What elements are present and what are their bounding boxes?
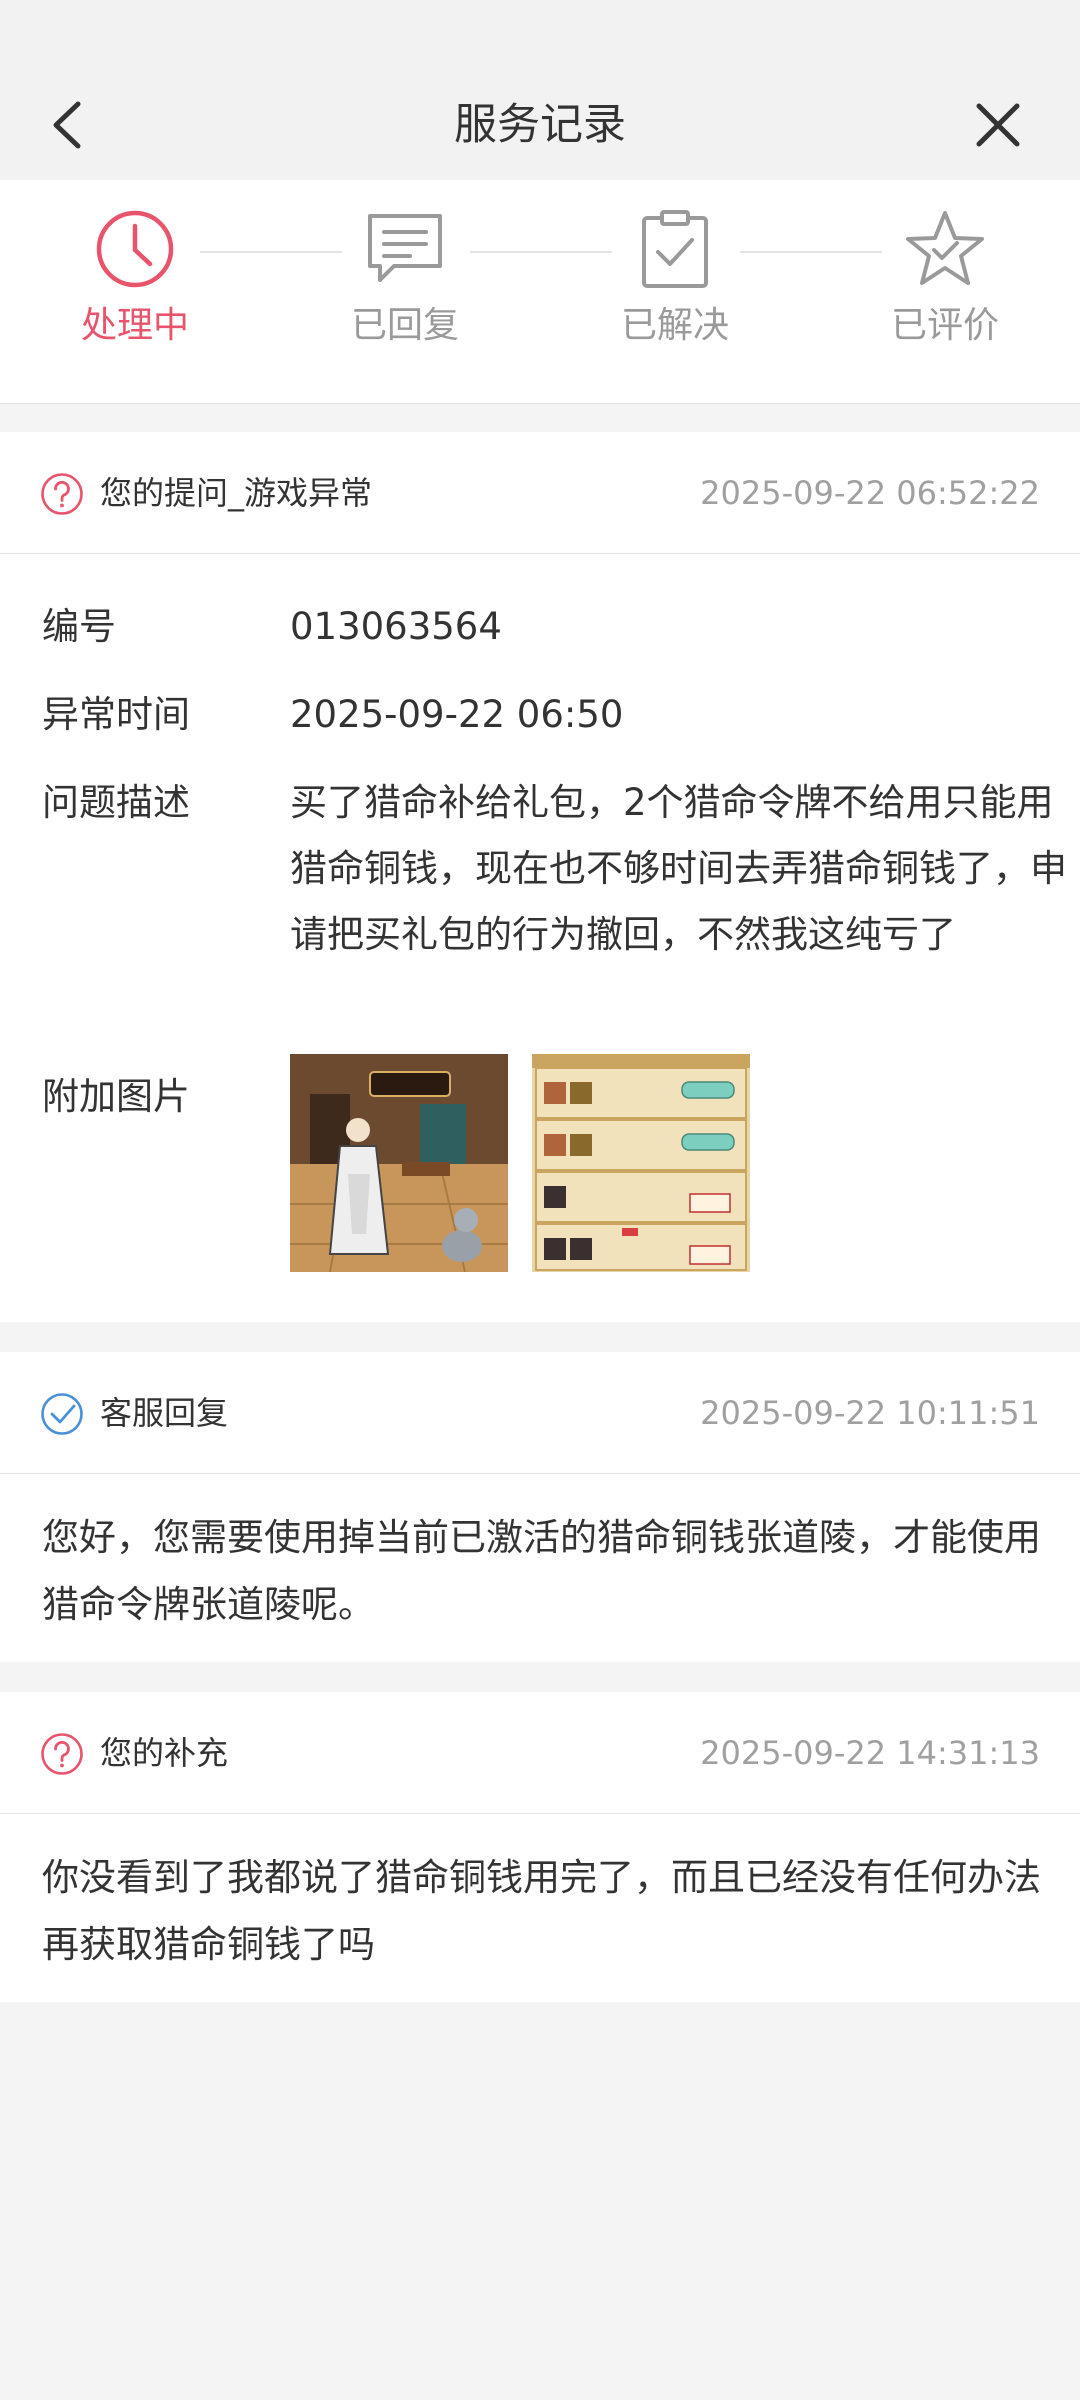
question-header: 您的提问_游戏异常 2025-09-22 06:52:22 (0, 432, 1080, 554)
reply-title: 客服回复 (100, 1394, 229, 1432)
reply-card: 客服回复 2025-09-22 10:11:51 您好，您需要使用掉当前已激活的… (0, 1352, 1080, 1662)
question-icon (41, 473, 83, 515)
clock-icon (96, 210, 174, 288)
supplement-header: 您的补充 2025-09-22 14:31:13 (0, 1692, 1080, 1814)
abnormal-time-label: 异常时间 (42, 693, 190, 736)
ticket-id-label: 编号 (42, 605, 116, 648)
message-icon (368, 214, 442, 282)
attachment-image-2[interactable] (532, 1054, 750, 1272)
page-title: 服务记录 (454, 100, 626, 150)
abnormal-time-value: 2025-09-22 06:50 (290, 693, 624, 736)
game-ui-image (532, 1054, 750, 1272)
attachments-label: 附加图片 (42, 1075, 190, 1118)
ticket-id-value: 013063564 (290, 605, 502, 648)
status-steps: 处理中 已回复 已解决 已评价 (0, 180, 1080, 404)
close-button[interactable] (965, 92, 1031, 158)
reply-time: 2025-09-22 10:11:51 (700, 1394, 1040, 1432)
step-rated[interactable]: 已评价 (855, 208, 1035, 350)
game-scene-image (290, 1054, 508, 1272)
step-processing[interactable]: 处理中 (45, 208, 225, 350)
check-circle-icon (41, 1393, 83, 1435)
step-label: 处理中 (80, 305, 189, 346)
top-bar: 服务记录 (0, 0, 1080, 180)
reply-header: 客服回复 2025-09-22 10:11:51 (0, 1352, 1080, 1474)
star-check-icon (906, 211, 984, 285)
close-icon (976, 103, 1020, 147)
step-replied[interactable]: 已回复 (315, 208, 495, 350)
step-label: 已回复 (350, 305, 459, 346)
step-label: 已解决 (620, 305, 729, 346)
attachments-row: 附加图片 (42, 1054, 1042, 1274)
description-label: 问题描述 (42, 781, 190, 824)
step-resolved[interactable]: 已解决 (585, 208, 765, 350)
supplement-time: 2025-09-22 14:31:13 (700, 1734, 1040, 1772)
supplement-card: 您的补充 2025-09-22 14:31:13 你没看到了我都说了猎命铜钱用完… (0, 1692, 1080, 2002)
attachment-image-1[interactable] (290, 1054, 508, 1272)
question-icon (41, 1733, 83, 1775)
question-time: 2025-09-22 06:52:22 (700, 474, 1040, 512)
clipboard-check-icon (642, 210, 708, 288)
question-card: 您的提问_游戏异常 2025-09-22 06:52:22 编号 0130635… (0, 432, 1080, 1322)
supplement-title: 您的补充 (100, 1734, 229, 1772)
question-title: 您的提问_游戏异常 (100, 474, 373, 512)
step-label: 已评价 (890, 305, 999, 346)
supplement-text: 你没看到了我都说了猎命铜钱用完了，而且已经没有任何办法再获取猎命铜钱了吗 (42, 1856, 1041, 1966)
reply-text: 您好，您需要使用掉当前已激活的猎命铜钱张道陵，才能使用猎命令牌张道陵呢。 (42, 1516, 1041, 1626)
description-value: 买了猎命补给礼包，2个猎命令牌不给用只能用猎命铜钱，现在也不够时间去弄猎命铜钱了… (290, 781, 1067, 956)
